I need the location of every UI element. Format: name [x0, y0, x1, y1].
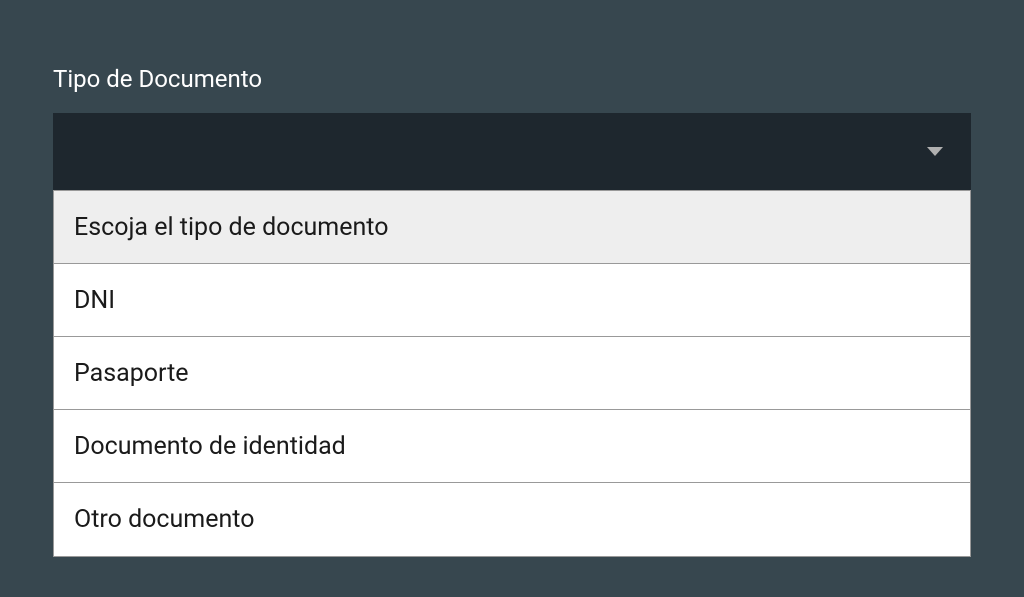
option-label: Escoja el tipo de documento	[74, 213, 389, 242]
option-label: Otro documento	[74, 505, 254, 534]
document-type-dropdown: Escoja el tipo de documento DNI Pasaport…	[53, 113, 971, 557]
option-label: Documento de identidad	[74, 432, 346, 461]
dropdown-option-dni[interactable]: DNI	[54, 264, 970, 337]
dropdown-option-otro-documento[interactable]: Otro documento	[54, 483, 970, 556]
dropdown-option-documento-identidad[interactable]: Documento de identidad	[54, 410, 970, 483]
caret-down-icon	[927, 147, 943, 156]
field-label: Tipo de Documento	[53, 65, 971, 93]
option-label: DNI	[74, 286, 115, 315]
dropdown-option-pasaporte[interactable]: Pasaporte	[54, 337, 970, 410]
dropdown-toggle[interactable]	[53, 113, 971, 190]
option-label: Pasaporte	[74, 359, 189, 388]
dropdown-option-placeholder[interactable]: Escoja el tipo de documento	[54, 191, 970, 264]
dropdown-list: Escoja el tipo de documento DNI Pasaport…	[53, 190, 971, 557]
